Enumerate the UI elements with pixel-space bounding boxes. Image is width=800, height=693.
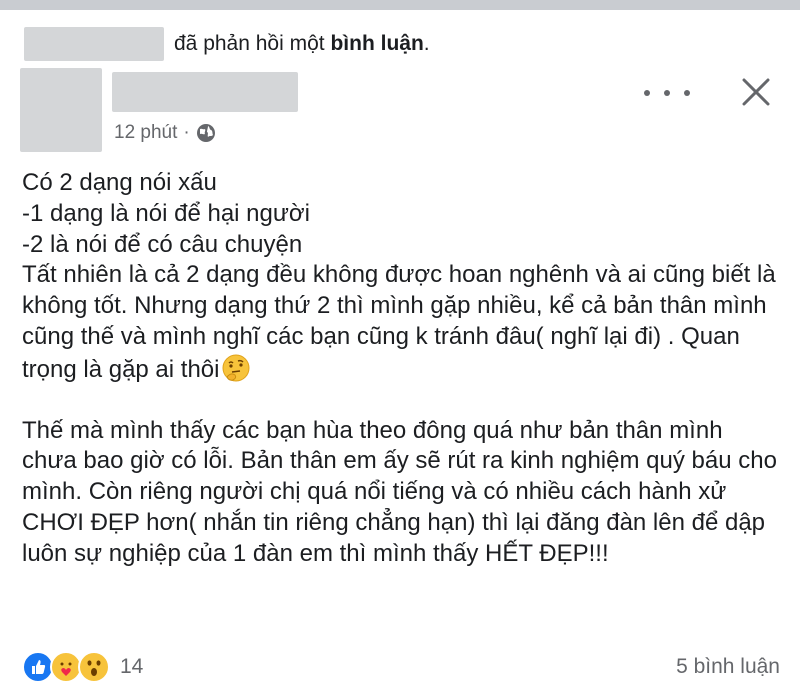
post-meta: 12 phút · xyxy=(114,122,216,144)
post-time[interactable]: 12 phút xyxy=(114,122,177,144)
notification-row: đã phản hồi một bình luận. xyxy=(24,26,430,62)
wow-icon xyxy=(78,651,110,683)
post-header: 12 phút · xyxy=(20,68,780,158)
notification-text-prefix: đã phản hồi một xyxy=(174,32,331,55)
redacted-author-name[interactable] xyxy=(112,72,298,112)
body-paragraph-2: Thế mà mình thấy các bạn hùa theo đông q… xyxy=(22,416,777,567)
notification-text: đã phản hồi một bình luận. xyxy=(174,32,430,56)
globe-icon xyxy=(196,124,215,142)
meta-separator: · xyxy=(183,122,190,143)
body-paragraph-1-text: Có 2 dạng nói xấu -1 dạng là nói để hại … xyxy=(22,169,776,383)
post-footer: 14 5 bình luận xyxy=(22,650,780,684)
top-divider xyxy=(0,0,800,10)
post-body: Có 2 dạng nói xấu -1 dạng là nói để hại … xyxy=(22,168,782,570)
more-options-icon[interactable] xyxy=(644,78,690,108)
redacted-username xyxy=(24,27,164,61)
close-icon[interactable] xyxy=(738,74,774,110)
comment-count[interactable]: 5 bình luận xyxy=(676,655,780,679)
reaction-count: 14 xyxy=(120,655,144,678)
notification-comment-link[interactable]: bình luận xyxy=(330,32,423,55)
avatar[interactable] xyxy=(20,68,102,152)
notification-text-suffix: . xyxy=(423,32,430,55)
reactions-summary[interactable]: 14 xyxy=(22,651,143,683)
body-paragraph-1: Có 2 dạng nói xấu -1 dạng là nói để hại … xyxy=(22,168,782,386)
thinking-face-icon xyxy=(222,354,250,382)
